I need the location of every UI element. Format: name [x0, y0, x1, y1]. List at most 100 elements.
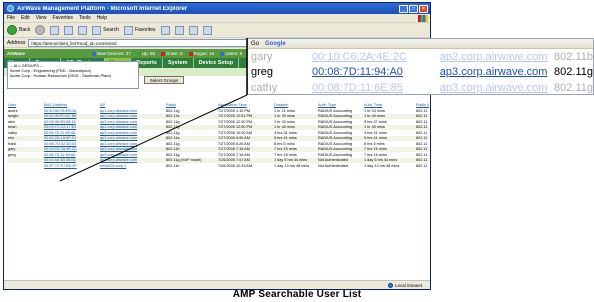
table-row[interactable]: cathy 00:08:7D:11:6E:85 ap3.corp.airwave.c… — [7, 130, 429, 136]
zoom-row[interactable]: cathy 00:08:7D:11:6E:85 ap3.corp.airwave.c… — [248, 80, 593, 94]
table-row[interactable]: frank 00:0B:7D:02:1D:03 ap1.corp.airwave.c… — [7, 141, 429, 147]
tab-system[interactable]: System — [163, 58, 194, 68]
cell-assoc: 7/26/2005 12:43 AM — [218, 163, 252, 168]
table-row[interactable]: brian 00:09:7C:C2:17:E4 ap1.corp.airwave.c… — [7, 124, 429, 130]
back-button[interactable]: Back — [7, 25, 30, 35]
menu-edit[interactable]: Edit — [21, 15, 30, 21]
cell-mode: 802.11 — [415, 113, 429, 119]
menu-view[interactable]: View — [36, 15, 47, 21]
status-label: New Devices: 27 — [97, 51, 131, 56]
zoom-cell-ap[interactable]: ap3.corp.airwave.com — [440, 66, 554, 78]
media-icon[interactable] — [160, 25, 170, 35]
back-label: Back — [19, 27, 31, 33]
search-icon — [92, 25, 102, 35]
cell-dur: 1 day 13 hrs 48 mins — [274, 163, 310, 168]
table-row[interactable]: 00:20:A6:4B:35:B2 ap1.corp.airwave.com 802… — [7, 157, 429, 163]
zoom-toolbar: Go Google — [248, 39, 593, 49]
search-button[interactable]: Search — [92, 25, 119, 35]
table-row[interactable]: eric 00:02:2D:1A:9E:01 ap2.corp.airwave.co… — [7, 135, 429, 141]
status-users[interactable]: Users: 9 — [220, 51, 242, 56]
cell-radio: 802.11b — [166, 163, 180, 168]
cell-mode: 802.11 — [415, 135, 429, 141]
google-toolbar-logo: Google — [265, 40, 286, 47]
zoom-row[interactable]: greg 00:08:7D:11:94:A0 ap3.corp.airwave.co… — [248, 65, 593, 81]
zoom-cell-user: gary — [251, 50, 273, 63]
browser-toolbar: Back Search Favorites — [4, 23, 430, 38]
window-controls: _ □ × — [399, 4, 428, 13]
menu-bar: File Edit View Favorites Tools Help — [4, 14, 430, 23]
cell-mode: 802.11 — [416, 152, 428, 157]
cell-mode: 802.11 — [415, 124, 429, 130]
title-bar: AirWave Management Platform - Microsoft … — [4, 3, 430, 14]
zoom-go-button[interactable]: Go — [251, 41, 259, 47]
home-icon[interactable] — [78, 25, 88, 35]
history-icon[interactable] — [174, 25, 184, 35]
cell-mode: 802.11 — [416, 108, 428, 113]
zoom-cell-radio: 802.11g — [554, 66, 593, 79]
table-row[interactable]: 00:0F:7C:F7:BE:0F bribs001.corp.1 802.11b 7… — [7, 163, 429, 169]
zoom-cell-ap[interactable]: ap2.corp.airwave.com — [440, 51, 554, 63]
table-row[interactable]: sergio 00:40:96:FD:5C:B6 ap2.corp.airwave.… — [7, 113, 429, 119]
cell-user — [7, 163, 43, 169]
forward-button[interactable] — [35, 25, 46, 35]
status-dot-icon — [188, 51, 193, 56]
cell-mode: 802.11 — [416, 130, 428, 135]
close-button[interactable]: × — [419, 4, 428, 13]
cell-mode: 802.11 — [415, 146, 429, 152]
zoom-cell-radio: 802.11g — [554, 81, 593, 94]
status-up[interactable]: Up: 58 — [136, 51, 156, 56]
zoom-cell-radio: 802.11b — [554, 50, 593, 63]
status-new-devices[interactable]: New Devices: 27 — [92, 51, 131, 56]
status-dot-icon — [161, 51, 166, 56]
zoom-cell-ap[interactable]: ap3.corp.airwave.com — [440, 82, 554, 94]
table-row[interactable]: greg 00:08:7D:11:94:A0 ap3.corp.airwave.co… — [7, 152, 429, 158]
filter-option[interactable]: Acme Corp - Human Resources (SSID - Stun… — [10, 73, 136, 78]
menu-favorites[interactable]: Favorites — [52, 15, 73, 21]
mail-icon[interactable] — [188, 25, 198, 35]
print-icon[interactable] — [202, 25, 212, 35]
menu-tools[interactable]: Tools — [79, 15, 91, 21]
tab-device-setup[interactable]: Device Setup — [194, 58, 240, 68]
cell-ap[interactable]: bribs001.corp.1 — [99, 163, 165, 169]
status-dot-icon — [92, 51, 96, 56]
menu-help[interactable]: Help — [97, 15, 107, 21]
minimize-button[interactable]: _ — [399, 4, 408, 13]
table-row[interactable]: gary 00:10:C6:2A:4E:2C ap2.corp.airwave.co… — [7, 146, 429, 152]
cell-mac[interactable]: 00:0F:7C:F7:BE:0F — [43, 163, 99, 169]
star-icon — [123, 25, 133, 35]
status-dot-icon — [136, 51, 141, 56]
status-rogue[interactable]: Rogue: 16 — [188, 51, 215, 56]
cell-mode: 802.11 — [416, 141, 428, 146]
favorites-button[interactable]: Favorites — [123, 25, 156, 35]
table-row[interactable]: andre 00:40:96:7A:EB:0A ap1.corp.airwave.c… — [7, 108, 429, 114]
select-groups-button[interactable]: Select Groups — [144, 76, 184, 84]
search-label: Search — [103, 27, 119, 33]
group-filter-list[interactable]: -- ALL GROUPS -- Acme Corp - Engineering… — [7, 61, 139, 89]
address-label: Address — [7, 39, 26, 46]
maximize-button[interactable]: □ — [409, 4, 418, 13]
favorites-label: Favorites — [134, 27, 156, 33]
table-row[interactable]: alex 00:0A:95:9D:68:16 ap3.corp.airwave.co… — [7, 119, 429, 125]
zoom-cell-user: greg — [251, 66, 274, 79]
back-arrow-icon — [7, 25, 17, 35]
zoom-rows: gary 00:10:C6:2A:4E:2C ap2.corp.airwave.co… — [248, 49, 593, 94]
stop-icon[interactable] — [50, 25, 60, 35]
status-down[interactable]: Down: 0 — [161, 51, 183, 56]
refresh-icon[interactable] — [64, 25, 74, 35]
cell-authtime: 1 day 13 hrs 48 mins — [364, 163, 400, 168]
security-zone: Local intranet — [387, 282, 422, 288]
zoom-cell-mac[interactable]: 00:08:7D:11:6E:85 — [312, 82, 440, 94]
zoom-cell-mac[interactable]: 00:10:C6:2A:4E:2C — [312, 51, 440, 63]
menu-file[interactable]: File — [7, 15, 15, 21]
users-table: User MAC Address AP Radio Association Time Du… — [7, 102, 429, 169]
figure-caption: AMP Searchable User List — [232, 289, 362, 300]
status-label: Down: 0 — [166, 51, 183, 56]
status-summary: New Devices: 27 Up: 58 Down: 0 Rogue: 16… — [92, 51, 242, 56]
zone-label: Local intranet — [394, 282, 422, 288]
zoom-row[interactable]: gary 00:10:C6:2A:4E:2C ap2.corp.airwave.co… — [248, 49, 593, 65]
cell-mode: 802.11 — [416, 163, 428, 168]
browser-status-bar: Local intranet — [4, 280, 430, 289]
zoom-cell-mac[interactable]: 00:08:7D:11:94:A0 — [312, 66, 440, 78]
status-label: Up: 58 — [141, 51, 156, 56]
status-label: Rogue: 16 — [193, 51, 215, 56]
